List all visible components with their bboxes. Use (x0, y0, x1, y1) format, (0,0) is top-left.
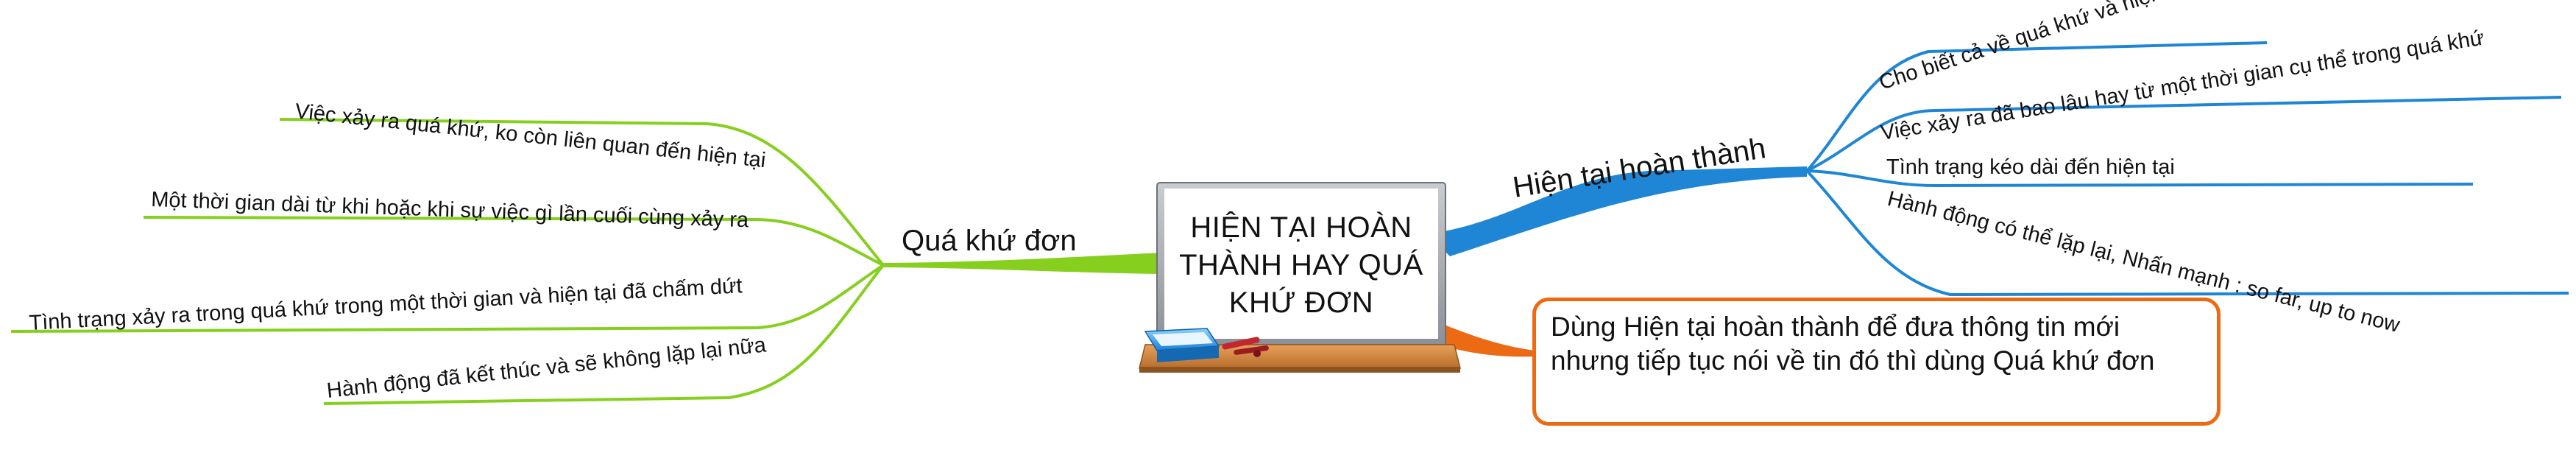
leaf-present-perfect-3: Tình trạng kéo dài đến hiện tại (1886, 155, 2175, 179)
branch-label-past-simple: Quá khứ đơn (902, 225, 1077, 257)
central-topic-line-1: HIỆN TẠI HOÀN (1190, 211, 1412, 244)
note-text: Dùng Hiện tại hoàn thành để đưa thông ti… (1551, 312, 2155, 376)
leaf-past-simple-3: Tình trạng xảy ra trong quá khứ trong mộ… (29, 274, 743, 335)
leaf-past-simple-1: Việc xảy ra quá khứ, ko còn liên quan đế… (294, 99, 767, 172)
central-topic-line-3: KHỨ ĐƠN (1229, 286, 1373, 319)
central-topic-line-2: THÀNH HAY QUÁ (1179, 248, 1423, 281)
leaf-past-simple-2: Một thời gian dài từ khi hoặc khi sự việ… (151, 188, 750, 232)
leaf-past-simple-4: Hành động đã kết thúc và sẽ không lặp lạ… (325, 333, 768, 403)
central-topic-whiteboard: HIỆN TẠI HOÀN THÀNH HAY QUÁ KHỨ ĐƠN (1139, 182, 1461, 373)
note-callout: Dùng Hiện tại hoàn thành để đưa thông ti… (1532, 298, 2221, 426)
